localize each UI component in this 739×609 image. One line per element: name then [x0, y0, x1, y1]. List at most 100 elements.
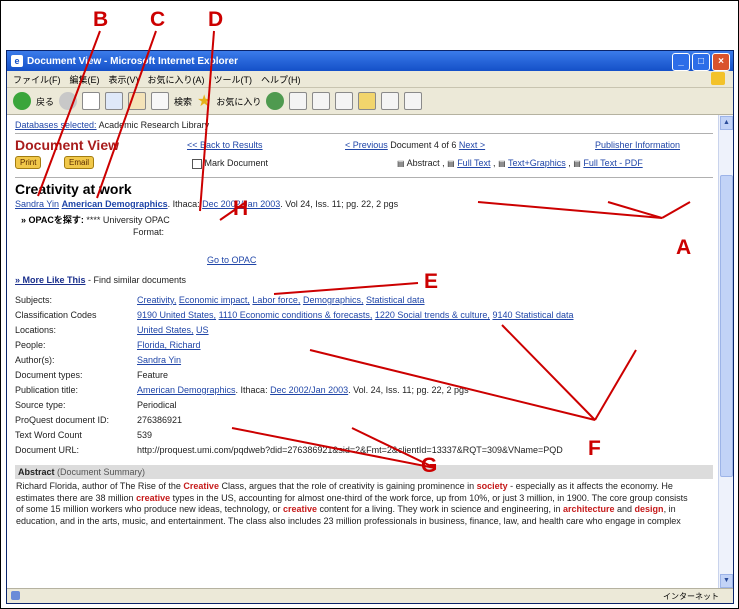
menu-view[interactable]: 表示(V): [109, 73, 139, 86]
wordcount-label: Text Word Count: [15, 430, 82, 440]
email-button[interactable]: Email: [64, 156, 95, 169]
callout-e: E: [424, 270, 439, 293]
authors-link[interactable]: Sandra Yin: [137, 355, 181, 365]
home-icon[interactable]: [128, 92, 147, 110]
people-label: People:: [15, 340, 46, 350]
opac-stars: ****: [86, 215, 101, 225]
find-similar-text: - Find similar documents: [85, 275, 187, 285]
opac-label: » OPACを探す:: [21, 215, 84, 225]
vertical-scrollbar[interactable]: ▲ ▼: [718, 115, 733, 589]
menu-file[interactable]: ファイル(F): [13, 73, 61, 86]
favorites-star-icon[interactable]: ★: [197, 91, 211, 111]
menu-bar: ファイル(F) 編集(E) 表示(V) お気に入り(A) ツール(T) ヘルプ(…: [7, 71, 733, 88]
source-label: Source type:: [15, 400, 66, 410]
location-link[interactable]: US: [196, 325, 209, 335]
window-title: Document View - Microsoft Internet Explo…: [27, 55, 238, 67]
next-link[interactable]: Next >: [459, 140, 485, 150]
publisher-info-link[interactable]: Publisher Information: [595, 140, 680, 150]
scroll-thumb[interactable]: [720, 175, 733, 477]
text-graphics-icon: ▤: [498, 159, 506, 168]
classification-link[interactable]: 9190 United States,: [137, 310, 216, 320]
divider: [15, 177, 713, 178]
print-icon[interactable]: [312, 92, 331, 110]
search-label[interactable]: 検索: [174, 95, 192, 108]
print-button[interactable]: Print: [15, 156, 42, 169]
full-text-pdf-link[interactable]: Full Text - PDF: [583, 158, 642, 168]
subject-link[interactable]: Demographics,: [303, 295, 364, 305]
close-button[interactable]: ×: [712, 53, 730, 71]
toolbar: 戻る 検索 ★ お気に入り: [7, 88, 733, 115]
subject-link[interactable]: Labor force,: [252, 295, 300, 305]
mark-document-checkbox[interactable]: [192, 158, 202, 169]
messenger-icon[interactable]: [404, 92, 423, 110]
history-icon[interactable]: [266, 92, 285, 110]
menu-tools[interactable]: ツール(T): [214, 73, 253, 86]
subject-link[interactable]: Economic impact,: [179, 295, 250, 305]
opac-university: University OPAC: [102, 215, 170, 225]
abstract-subheading: (Document Summary): [54, 467, 146, 477]
people-link[interactable]: Florida, Richard: [137, 340, 201, 350]
keyword-highlight: design: [634, 504, 664, 514]
author-link[interactable]: Sandra Yin: [15, 199, 59, 209]
pub-volume: . Vol. 24, Iss. 11; pg. 22, 2 pgs: [348, 385, 469, 395]
publication-link[interactable]: American Demographics: [62, 199, 168, 209]
folder-icon[interactable]: [358, 92, 377, 110]
back-to-results-link[interactable]: << Back to Results: [187, 140, 263, 150]
abstract-text: Richard Florida, author of The Rise of t…: [16, 481, 688, 526]
title-bar: e Document View - Microsoft Internet Exp…: [7, 51, 733, 71]
mail-icon[interactable]: [289, 92, 308, 110]
menu-edit[interactable]: 編集(E): [70, 73, 100, 86]
article-title: Creativity at work: [15, 181, 132, 197]
keyword-highlight: creative: [282, 504, 317, 514]
mark-document-label: Mark Document: [204, 158, 269, 168]
callout-b: B: [93, 8, 109, 31]
doctype-value: Feature: [137, 370, 169, 380]
previous-link[interactable]: < Previous: [345, 140, 388, 150]
page-content: Databases selected: Academic Research Li…: [7, 115, 719, 589]
location-link[interactable]: United States,: [137, 325, 194, 335]
subject-link[interactable]: Statistical data: [366, 295, 425, 305]
search-icon[interactable]: [151, 92, 170, 110]
maximize-button[interactable]: □: [692, 53, 710, 71]
favorites-label[interactable]: お気に入り: [216, 95, 261, 108]
classification-link[interactable]: 9140 Statistical data: [492, 310, 573, 320]
pubtitle-label: Publication title:: [15, 385, 79, 395]
classification-link[interactable]: 1220 Social trends & culture,: [375, 310, 490, 320]
databases-selected-link[interactable]: Databases selected:: [15, 120, 97, 130]
more-like-this-link[interactable]: » More Like This: [15, 275, 86, 285]
menu-help[interactable]: ヘルプ(H): [261, 73, 301, 86]
keyword-highlight: creative: [136, 492, 171, 503]
callout-c: C: [150, 8, 166, 31]
article-place: . Ithaca:: [167, 199, 200, 209]
keyword-highlight: Creative: [183, 481, 219, 491]
minimize-button[interactable]: _: [672, 53, 690, 71]
callout-h: H: [233, 197, 249, 220]
discuss-icon[interactable]: [381, 92, 400, 110]
full-text-icon: ▤: [447, 159, 455, 168]
full-text-link[interactable]: Full Text: [457, 158, 490, 168]
wordcount-value: 539: [137, 430, 153, 440]
pubtitle-link[interactable]: American Demographics: [137, 385, 236, 395]
pub-date-link[interactable]: Dec 2002/Jan 2003: [270, 385, 348, 395]
pqid-value: 276386921: [137, 415, 183, 425]
browser-window: e Document View - Microsoft Internet Exp…: [6, 50, 734, 604]
subject-link[interactable]: Creativity,: [137, 295, 176, 305]
scroll-down-icon[interactable]: ▼: [720, 574, 733, 588]
internet-zone: インターネット: [663, 592, 719, 601]
refresh-icon[interactable]: [105, 92, 124, 110]
forward-icon[interactable]: [59, 92, 78, 110]
scroll-up-icon[interactable]: ▲: [720, 116, 733, 130]
pub-place: . Ithaca:: [235, 385, 268, 395]
pqid-label: ProQuest document ID:: [15, 415, 110, 425]
edit-icon[interactable]: [335, 92, 354, 110]
go-to-opac-link[interactable]: Go to OPAC: [207, 255, 256, 265]
back-icon[interactable]: [13, 92, 31, 110]
classification-label: Classification Codes: [15, 310, 97, 320]
classification-link[interactable]: 1110 Economic conditions & forecasts,: [219, 310, 373, 320]
back-label[interactable]: 戻る: [36, 95, 54, 108]
callout-g: G: [421, 454, 438, 477]
url-label: Document URL:: [15, 445, 80, 455]
menu-favorites[interactable]: お気に入り(A): [148, 73, 205, 86]
stop-icon[interactable]: [82, 92, 101, 110]
text-graphics-link[interactable]: Text+Graphics: [508, 158, 566, 168]
